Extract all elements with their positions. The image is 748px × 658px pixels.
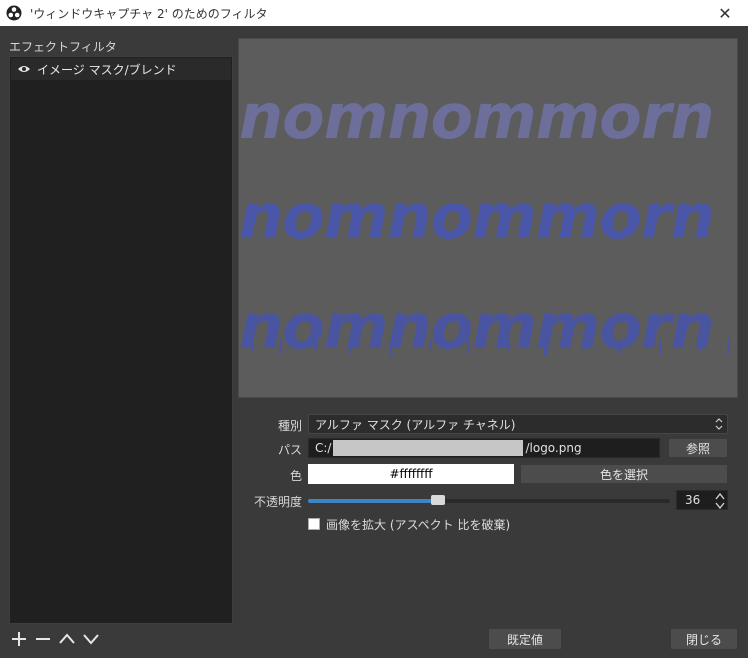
defaults-button[interactable]: 既定値 <box>488 628 562 650</box>
move-down-icon[interactable] <box>81 628 101 650</box>
opacity-spinbox[interactable]: 36 <box>676 490 728 510</box>
path-suffix: /logo.png <box>525 441 582 455</box>
filter-toolbar <box>9 628 101 650</box>
preview-drips <box>251 339 730 357</box>
preview-area: nomnommorn nomnommorn nomnommorn <box>238 38 738 398</box>
opacity-value: 36 <box>685 493 701 507</box>
close-button[interactable]: 閉じる <box>670 628 738 650</box>
spin-arrows-icon[interactable] <box>713 491 727 511</box>
effect-filters-label: エフェクトフィルタ <box>9 40 117 54</box>
path-row: パス C:/ /logo.png 参照 <box>240 438 738 460</box>
path-input[interactable]: C:/ /logo.png <box>308 438 660 458</box>
opacity-slider-handle[interactable] <box>431 495 445 505</box>
remove-icon[interactable] <box>33 628 53 650</box>
redacted-path <box>333 440 524 456</box>
type-label: 種別 <box>277 418 302 433</box>
updown-icon <box>713 417 725 431</box>
stretch-label: 画像を拡大 (アスペクト 比を破棄) <box>326 517 511 532</box>
preview-text-row: nomnommorn <box>239 179 715 253</box>
opacity-label: 不透明度 <box>253 494 302 509</box>
color-swatch[interactable]: #ffffffff <box>308 464 514 484</box>
type-select[interactable]: アルファ マスク (アルファ チャネル) <box>308 414 728 434</box>
preview-text-row: nomnommorn <box>239 79 715 153</box>
opacity-slider[interactable] <box>308 495 670 505</box>
type-row: 種別 アルファ マスク (アルファ チャネル) <box>240 414 738 436</box>
opacity-row: 不透明度 36 <box>240 490 738 512</box>
obs-logo-icon <box>6 5 22 21</box>
path-prefix: C:/ <box>315 441 332 455</box>
filter-item-image-mask[interactable]: イメージ マスク/ブレンド <box>11 58 231 80</box>
path-label: パス <box>277 442 302 457</box>
filter-item-label: イメージ マスク/ブレンド <box>37 62 177 77</box>
window-title: 'ウィンドウキャプチャ 2' のためのフィルタ <box>30 6 268 21</box>
color-label: 色 <box>289 468 302 483</box>
browse-button[interactable]: 参照 <box>668 438 728 458</box>
color-row: 色 #ffffffff 色を選択 <box>240 464 738 486</box>
close-icon[interactable]: ✕ <box>702 0 748 26</box>
stretch-checkbox-row[interactable]: 画像を拡大 (アスペクト 比を破棄) <box>308 516 510 532</box>
title-bar: 'ウィンドウキャプチャ 2' のためのフィルタ ✕ <box>0 0 748 26</box>
add-icon[interactable] <box>9 628 29 650</box>
select-color-button[interactable]: 色を選択 <box>520 464 728 484</box>
filter-list[interactable]: イメージ マスク/ブレンド <box>9 56 233 624</box>
eye-icon[interactable] <box>17 64 31 74</box>
type-select-value: アルファ マスク (アルファ チャネル) <box>315 417 516 432</box>
stretch-checkbox[interactable] <box>308 518 320 530</box>
opacity-slider-fill <box>308 499 438 503</box>
move-up-icon[interactable] <box>57 628 77 650</box>
